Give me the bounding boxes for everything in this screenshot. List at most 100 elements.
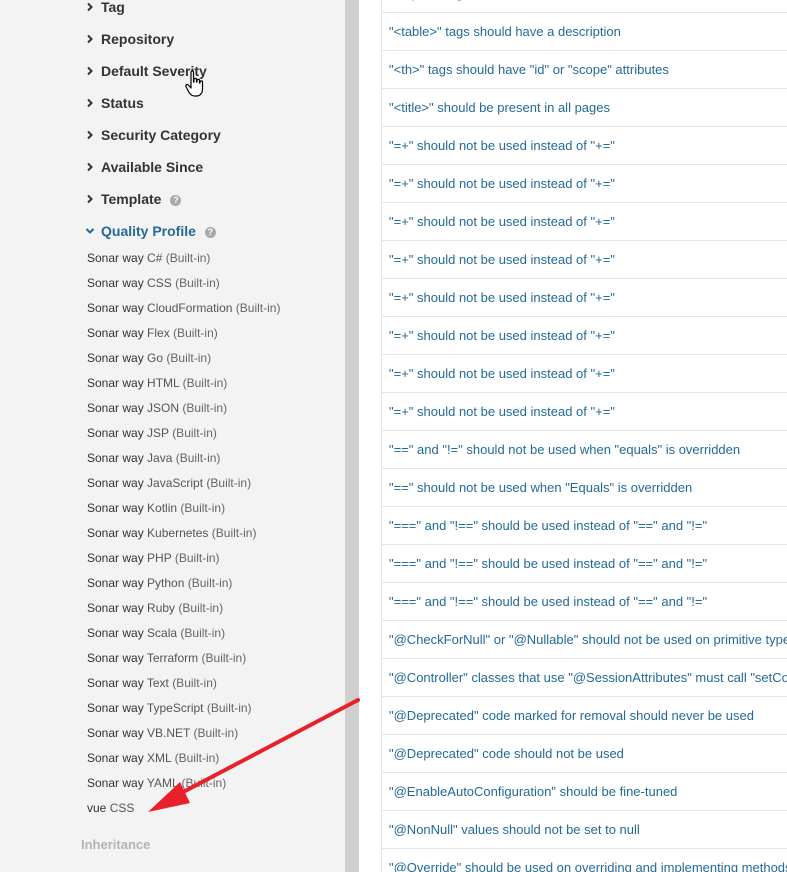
rule-title-link[interactable]: "=+" should not be used instead of "+=": [389, 252, 615, 267]
chevron-right-icon: [87, 2, 93, 12]
rule-row[interactable]: "@Override" should be used on overriding…: [381, 849, 787, 872]
profile-language: CSS: [109, 801, 135, 815]
quality-profile-item[interactable]: Sonar way YAML (Built-in): [87, 771, 280, 796]
quality-profile-item[interactable]: Sonar way VB.NET (Built-in): [87, 721, 280, 746]
rule-title-link[interactable]: "@Controller" classes that use "@Session…: [389, 670, 787, 685]
rule-row[interactable]: "=+" should not be used instead of "+=": [381, 241, 787, 279]
quality-profile-item[interactable]: Sonar way TypeScript (Built-in): [87, 696, 280, 721]
rule-row[interactable]: "@CheckForNull" or "@Nullable" should no…: [381, 621, 787, 659]
facet-available-since[interactable]: Available Since: [85, 157, 203, 177]
rule-title-link[interactable]: "=+" should not be used instead of "+=": [389, 404, 615, 419]
profile-name: Sonar way: [87, 776, 144, 790]
rule-title-link[interactable]: "<table>" tags should have a description: [389, 24, 621, 39]
profile-name: Sonar way: [87, 351, 144, 365]
rule-row[interactable]: "=+" should not be used instead of "+=": [381, 393, 787, 431]
rule-row[interactable]: "@Deprecated" code should not be used: [381, 735, 787, 773]
rule-row[interactable]: "@EnableAutoConfiguration" should be fin…: [381, 773, 787, 811]
facet-quality-profile[interactable]: Quality Profile?: [85, 221, 216, 241]
quality-profile-item[interactable]: Sonar way Ruby (Built-in): [87, 596, 280, 621]
rule-row[interactable]: "=+" should not be used instead of "+=": [381, 127, 787, 165]
rule-row[interactable]: "==" and "!=" should not be used when "e…: [381, 431, 787, 469]
profile-name: Sonar way: [87, 401, 144, 415]
hand-cursor-icon: [185, 70, 204, 97]
rule-row[interactable]: "<table>" tags should have a description: [381, 13, 787, 51]
quality-profile-item[interactable]: vue CSS: [87, 796, 280, 821]
rule-row[interactable]: "==" should not be used when "Equals" is…: [381, 469, 787, 507]
quality-profile-item[interactable]: Sonar way Java (Built-in): [87, 446, 280, 471]
quality-profile-item[interactable]: Sonar way CloudFormation (Built-in): [87, 296, 280, 321]
rule-title-link[interactable]: "@Deprecated" code should not be used: [389, 746, 624, 761]
built-in-tag: (Built-in): [193, 726, 239, 740]
quality-profile-item[interactable]: Sonar way Text (Built-in): [87, 671, 280, 696]
quality-profile-item[interactable]: Sonar way XML (Built-in): [87, 746, 280, 771]
facet-template[interactable]: Template?: [85, 189, 182, 209]
rule-title-link[interactable]: "=+" should not be used instead of "+=": [389, 366, 615, 381]
chevron-right-icon: [87, 34, 93, 44]
rule-row[interactable]: "===" and "!==" should be used instead o…: [381, 545, 787, 583]
quality-profile-item[interactable]: Sonar way HTML (Built-in): [87, 371, 280, 396]
rule-title-link[interactable]: "===" and "!==" should be used instead o…: [389, 594, 707, 609]
rule-title-link[interactable]: "=+" should not be used instead of "+=": [389, 176, 615, 191]
rule-title-link[interactable]: "<title>" should be present in all pages: [389, 100, 610, 115]
quality-profile-item[interactable]: Sonar way C# (Built-in): [87, 246, 280, 271]
facet-repository[interactable]: Repository: [85, 29, 174, 49]
quality-profile-item[interactable]: Sonar way Go (Built-in): [87, 346, 280, 371]
facet-inheritance[interactable]: Inheritance: [81, 837, 150, 852]
quality-profile-item[interactable]: Sonar way JSP (Built-in): [87, 421, 280, 446]
quality-profile-item[interactable]: Sonar way Scala (Built-in): [87, 621, 280, 646]
rule-title-link[interactable]: "@NonNull" values should not be set to n…: [389, 822, 640, 837]
profile-language: VB.NET: [147, 726, 191, 740]
profile-language: HTML: [147, 376, 180, 390]
quality-profile-item[interactable]: Sonar way Flex (Built-in): [87, 321, 280, 346]
rule-title-link[interactable]: "@EnableAutoConfiguration" should be fin…: [389, 784, 677, 799]
rule-title-link[interactable]: "=+" should not be used instead of "+=": [389, 290, 615, 305]
built-in-tag: (Built-in): [201, 651, 247, 665]
rule-row[interactable]: "<title>" should be present in all pages: [381, 89, 787, 127]
rule-title-link[interactable]: "=+" should not be used instead of "+=": [389, 214, 615, 229]
rule-row[interactable]: "@NonNull" values should not be set to n…: [381, 811, 787, 849]
rule-row[interactable]: "===" and "!==" should be used instead o…: [381, 583, 787, 621]
rule-row[interactable]: "@Controller" classes that use "@Session…: [381, 659, 787, 697]
facet-tag[interactable]: Tag: [85, 0, 125, 17]
built-in-tag: (Built-in): [181, 776, 227, 790]
rule-row[interactable]: "=+" should not be used instead of "+=": [381, 203, 787, 241]
built-in-tag: (Built-in): [166, 351, 212, 365]
quality-profile-item[interactable]: Sonar way CSS (Built-in): [87, 271, 280, 296]
rule-title-link[interactable]: "<th>" tags should have "id" or "scope" …: [389, 62, 669, 77]
quality-profile-item[interactable]: Sonar way JSON (Built-in): [87, 396, 280, 421]
rule-row[interactable]: "=+" should not be used instead of "+=": [381, 317, 787, 355]
rule-title-link[interactable]: "===" and "!==" should be used instead o…: [389, 518, 707, 533]
rule-title-link[interactable]: "@Override" should be used on overriding…: [389, 860, 787, 872]
quality-profile-item[interactable]: Sonar way Python (Built-in): [87, 571, 280, 596]
rule-title-link[interactable]: "==" should not be used when "Equals" is…: [389, 480, 692, 495]
facet-security-category[interactable]: Security Category: [85, 125, 221, 145]
rule-title-link[interactable]: "===" and "!==" should be used instead o…: [389, 556, 707, 571]
help-icon[interactable]: ?: [170, 194, 182, 206]
profile-name: Sonar way: [87, 526, 144, 540]
chevron-right-icon: [87, 130, 93, 140]
rule-title-link[interactable]: "@CheckForNull" or "@Nullable" should no…: [389, 632, 787, 647]
sidebar-scrollbar[interactable]: [345, 0, 359, 872]
quality-profile-item[interactable]: Sonar way Kotlin (Built-in): [87, 496, 280, 521]
rule-row[interactable]: "=+" should not be used instead of "+=": [381, 355, 787, 393]
facet-status[interactable]: Status: [85, 93, 144, 113]
quality-profile-item[interactable]: Sonar way Terraform (Built-in): [87, 646, 280, 671]
rule-title-link[interactable]: "<input>" tags should have a label: [389, 0, 585, 1]
rule-title-link[interactable]: "@Deprecated" code marked for removal sh…: [389, 708, 754, 723]
rule-row[interactable]: "<th>" tags should have "id" or "scope" …: [381, 51, 787, 89]
profile-language: Scala: [147, 626, 178, 640]
rule-row[interactable]: "===" and "!==" should be used instead o…: [381, 507, 787, 545]
rule-row[interactable]: "<input>" tags should have a label: [381, 0, 787, 13]
rule-row[interactable]: "=+" should not be used instead of "+=": [381, 165, 787, 203]
rule-title-link[interactable]: "==" and "!=" should not be used when "e…: [389, 442, 740, 457]
help-icon[interactable]: ?: [204, 226, 216, 238]
rule-row[interactable]: "@Deprecated" code marked for removal sh…: [381, 697, 787, 735]
rule-title-link[interactable]: "=+" should not be used instead of "+=": [389, 138, 615, 153]
quality-profile-item[interactable]: Sonar way Kubernetes (Built-in): [87, 521, 280, 546]
quality-profile-item[interactable]: Sonar way JavaScript (Built-in): [87, 471, 280, 496]
quality-profile-item[interactable]: Sonar way PHP (Built-in): [87, 546, 280, 571]
rule-title-link[interactable]: "=+" should not be used instead of "+=": [389, 328, 615, 343]
facet-label: Template: [101, 191, 162, 207]
rule-row[interactable]: "=+" should not be used instead of "+=": [381, 279, 787, 317]
chevron-right-icon: [87, 98, 93, 108]
